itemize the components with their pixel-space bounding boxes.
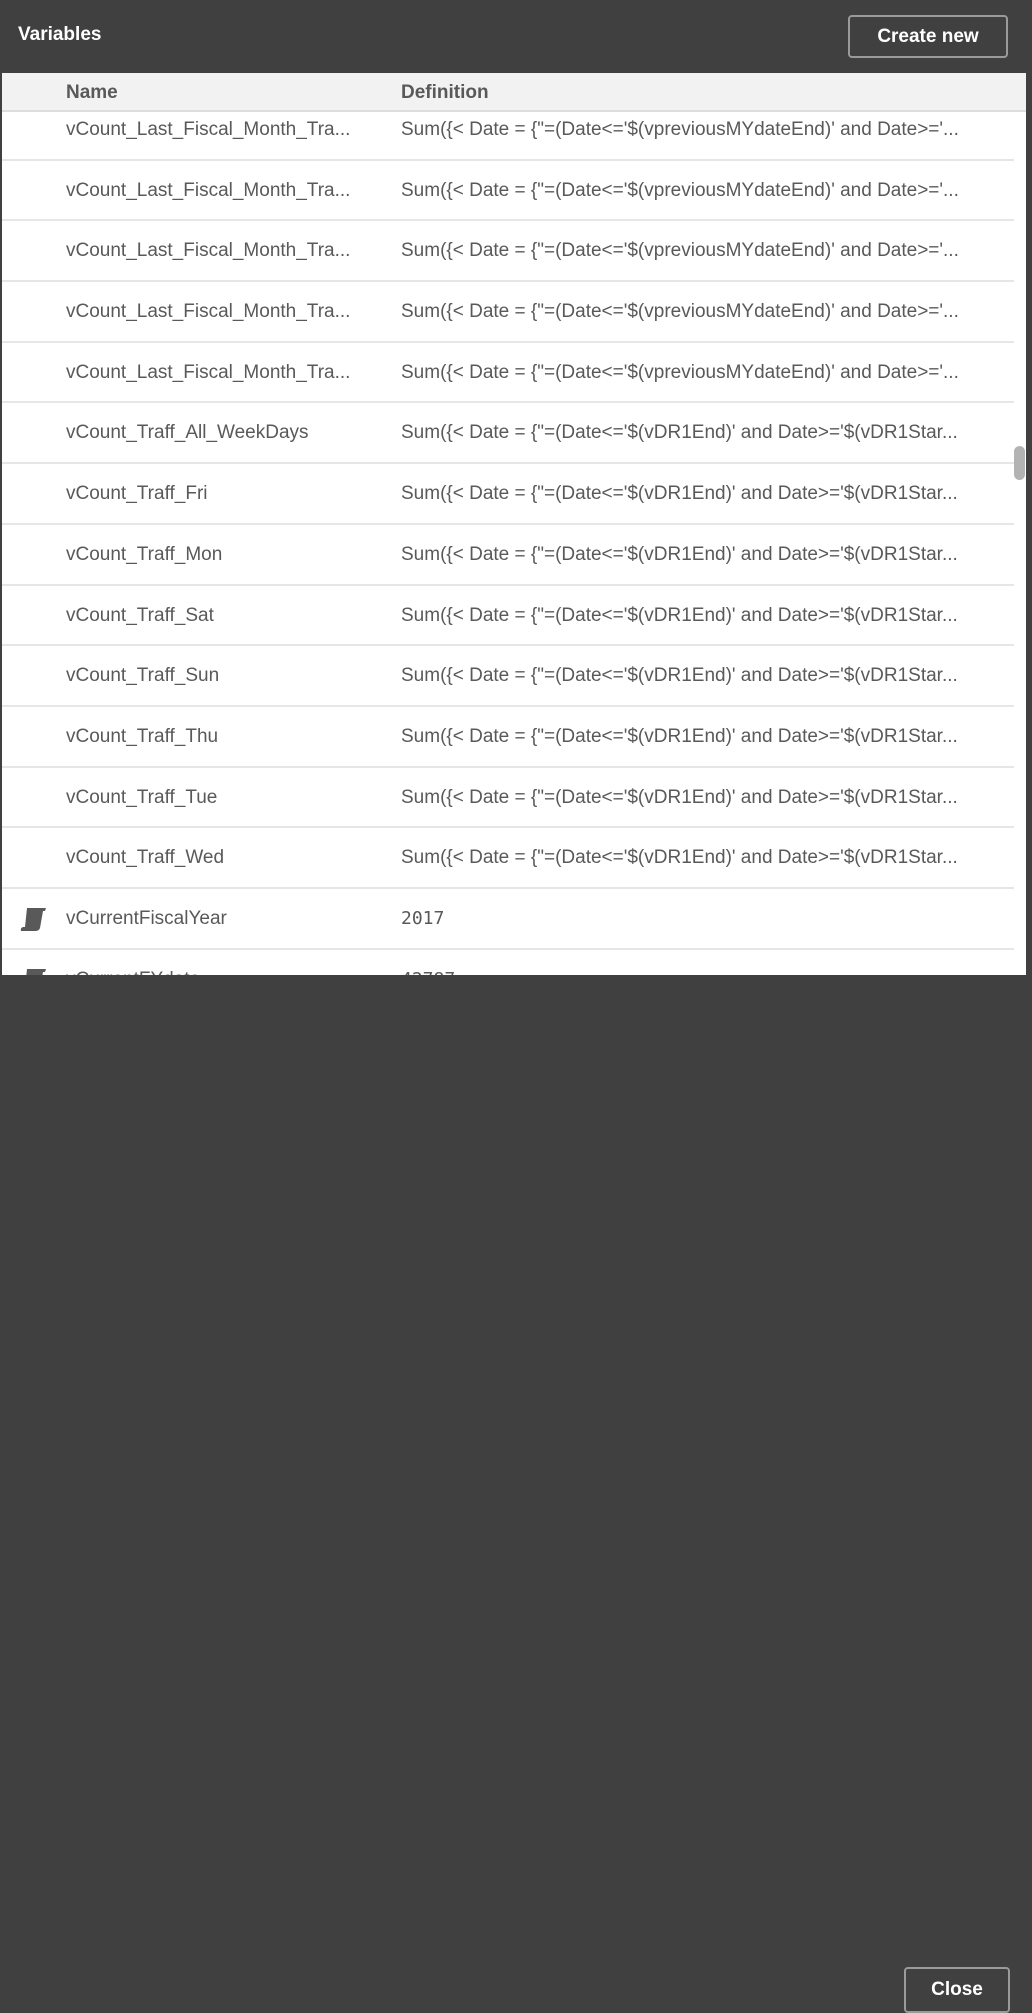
variable-name: vCount_Traff_Thu xyxy=(66,725,219,747)
variable-name: vCount_Traff_Tue xyxy=(66,786,218,808)
scrollbar-thumb[interactable] xyxy=(1014,446,1025,480)
table-row[interactable]: vCount_Last_Fiscal_Month_Tra... Sum({< Da… xyxy=(2,343,1014,404)
table-row[interactable]: vCount_Traff_Thu Sum({< Date = {"=(Date<=… xyxy=(2,707,1014,768)
variable-name: vCount_Traff_Mon xyxy=(66,543,223,565)
variable-definition: Sum({< Date = {"=(Date<='$(vDR1End)' and… xyxy=(401,604,958,626)
table-row[interactable]: vCount_Traff_Fri Sum({< Date = {"=(Date<=… xyxy=(2,464,1014,525)
variable-name: vCount_Last_Fiscal_Month_Tra... xyxy=(66,361,351,383)
variable-definition: Sum({< Date = {"=(Date<='$(vpreviousMYda… xyxy=(401,179,959,201)
dialog-header: Variables Create new xyxy=(0,0,1032,73)
variable-definition: 2017 xyxy=(401,907,445,929)
variable-definition: Sum({< Date = {"=(Date<='$(vDR1End)' and… xyxy=(401,847,958,869)
variable-name: vCount_Traff_Sat xyxy=(66,604,214,626)
table-row[interactable]: vCount_Traff_Sat Sum({< Date = {"=(Date<=… xyxy=(2,586,1014,647)
variable-definition: Sum({< Date = {"=(Date<='$(vpreviousMYda… xyxy=(401,240,959,262)
table-row[interactable]: vCount_Last_Fiscal_Month_Tra... Sum({< Da… xyxy=(2,282,1014,343)
variable-name: vCount_Last_Fiscal_Month_Tra... xyxy=(66,301,351,323)
variable-definition: Sum({< Date = {"=(Date<='$(vDR1End)' and… xyxy=(401,483,958,505)
variables-table: Name Definition vCount_Last_Fiscal_Month… xyxy=(2,73,1026,975)
variable-definition: Sum({< Date = {"=(Date<='$(vDR1End)' and… xyxy=(401,543,958,565)
variable-name: vCount_Last_Fiscal_Month_Tra... xyxy=(66,119,351,140)
dialog-title: Variables xyxy=(18,24,102,45)
table-row[interactable]: vCount_Last_Fiscal_Month_Tra... Sum({< Da… xyxy=(2,221,1014,283)
variable-name: vCount_Last_Fiscal_Month_Tra... xyxy=(66,240,351,262)
variable-name: vCurrentFiscalYear xyxy=(66,907,227,929)
create-new-button[interactable]: Create new xyxy=(848,15,1008,58)
column-header-name[interactable]: Name xyxy=(66,82,118,104)
table-row[interactable]: vCount_Traff_Wed Sum({< Date = {"=(Date<=… xyxy=(2,828,1014,889)
table-row[interactable]: vCount_Traff_Mon Sum({< Date = {"=(Date<=… xyxy=(2,525,1014,586)
variable-name: vCount_Traff_Sun xyxy=(66,665,220,687)
table-row[interactable]: vCurrentFiscalYear 2017 xyxy=(2,889,1014,950)
table-row[interactable]: vCount_Traff_Tue Sum({< Date = {"=(Date<=… xyxy=(2,768,1014,829)
variable-definition: Sum({< Date = {"=(Date<='$(vDR1End)' and… xyxy=(401,665,958,687)
variable-definition: Sum({< Date = {"=(Date<='$(vDR1End)' and… xyxy=(401,725,958,747)
table-header: Name Definition xyxy=(2,73,1026,112)
script-icon xyxy=(19,967,49,975)
table-row[interactable]: vCurrentFYdate42787 xyxy=(2,950,1014,975)
table-row[interactable]: vCount_Traff_Sun Sum({< Date = {"=(Date<=… xyxy=(2,646,1014,707)
column-header-definition[interactable]: Definition xyxy=(401,82,489,104)
variable-definition: Sum({< Date = {"=(Date<='$(vDR1End)' and… xyxy=(401,422,958,444)
variable-name: vCount_Traff_Fri xyxy=(66,483,208,505)
table-row[interactable]: vCount_Last_Fiscal_Month_Tra... Sum({< Da… xyxy=(2,161,1014,222)
table-body: vCount_Last_Fiscal_Month_Tra... Sum({< Da… xyxy=(2,100,1014,975)
script-icon xyxy=(19,906,49,932)
variable-definition: Sum({< Date = {"=(Date<='$(vDR1End)' and… xyxy=(401,786,958,808)
variable-definition: Sum({< Date = {"=(Date<='$(vpreviousMYda… xyxy=(401,119,959,140)
variable-name: vCount_Traff_All_WeekDays xyxy=(66,422,309,444)
variable-name: vCount_Traff_Wed xyxy=(66,847,225,869)
variable-name: vCount_Last_Fiscal_Month_Tra... xyxy=(66,179,351,201)
table-row[interactable]: vCount_Traff_All_WeekDays Sum({< Date = {… xyxy=(2,403,1014,465)
variable-definition: Sum({< Date = {"=(Date<='$(vpreviousMYda… xyxy=(401,361,959,383)
variable-definition: Sum({< Date = {"=(Date<='$(vpreviousMYda… xyxy=(401,301,959,323)
dialog-footer: Close xyxy=(0,975,1032,2013)
close-button[interactable]: Close xyxy=(904,1967,1010,2013)
